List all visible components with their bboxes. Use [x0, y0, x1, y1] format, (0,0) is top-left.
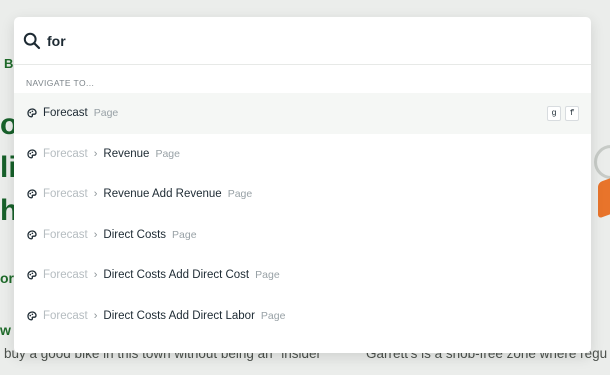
bg-fragment-b: B: [4, 56, 14, 71]
result-breadcrumb: Forecast: [43, 188, 88, 201]
bg-fragment-w: w: [0, 322, 11, 338]
result-item-direct-costs-add-direct-cost[interactable]: Forecast › Direct Costs Add Direct Cost …: [14, 255, 591, 296]
result-breadcrumb: Forecast: [43, 147, 88, 160]
result-title: Forecast: [43, 107, 88, 120]
result-item-direct-costs[interactable]: Forecast › Direct Costs Page: [14, 215, 591, 256]
result-breadcrumb: Forecast: [43, 309, 88, 322]
breadcrumb-separator: ›: [93, 147, 98, 160]
keyboard-shortcut: g f: [547, 105, 579, 121]
result-title: Revenue: [103, 147, 150, 160]
forecast-page-icon: [26, 229, 38, 241]
result-item-revenue-add-revenue[interactable]: Forecast › Revenue Add Revenue Page: [14, 174, 591, 215]
result-kind: Page: [255, 269, 280, 282]
search-bar: [14, 17, 591, 65]
breadcrumb-separator: ›: [93, 309, 98, 322]
result-title: Revenue Add Revenue: [103, 188, 222, 201]
shortcut-key: g: [547, 105, 561, 121]
result-title: Direct Costs: [103, 228, 167, 241]
result-kind: Page: [227, 188, 253, 201]
result-item-revenue[interactable]: Forecast › Revenue Page: [14, 134, 591, 175]
bg-decorative-shape: [598, 173, 610, 219]
forecast-page-icon: [26, 188, 38, 200]
forecast-page-icon: [26, 310, 38, 322]
bg-decorative-ring: [594, 145, 610, 179]
result-kind: Page: [93, 107, 119, 120]
result-breadcrumb: Forecast: [43, 269, 88, 282]
breadcrumb-separator: ›: [93, 188, 98, 201]
result-breadcrumb: Forecast: [43, 228, 88, 241]
search-icon: [23, 32, 41, 50]
result-item-forecast[interactable]: Forecast Page g f: [14, 93, 591, 134]
breadcrumb-separator: ›: [93, 269, 98, 282]
section-label: NAVIGATE TO...: [26, 78, 95, 88]
search-input[interactable]: [47, 32, 547, 49]
result-title: Direct Costs Add Direct Labor: [103, 309, 255, 322]
shortcut-key: f: [565, 105, 579, 121]
results-list: Forecast Page g f Forecast › Revenue Pag…: [14, 93, 591, 336]
result-kind: Page: [172, 228, 197, 241]
forecast-page-icon: [26, 107, 38, 119]
forecast-page-icon: [26, 269, 38, 281]
result-kind: Page: [260, 309, 286, 322]
result-item-direct-costs-add-direct-labor[interactable]: Forecast › Direct Costs Add Direct Labor…: [14, 296, 591, 337]
command-palette: NAVIGATE TO... Forecast Page g f: [14, 17, 591, 353]
bg-fragment-or: or: [0, 270, 14, 286]
forecast-page-icon: [26, 148, 38, 160]
breadcrumb-separator: ›: [93, 228, 98, 241]
result-title: Direct Costs Add Direct Cost: [103, 269, 250, 282]
result-kind: Page: [155, 147, 180, 160]
